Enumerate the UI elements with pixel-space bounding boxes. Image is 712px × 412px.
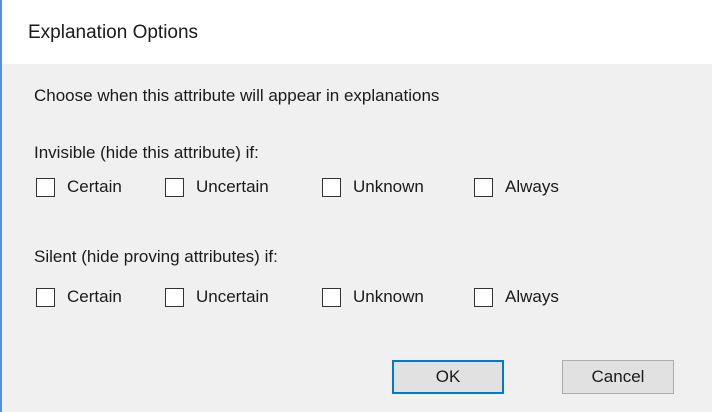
ok-button[interactable]: OK	[392, 360, 504, 394]
checkbox-label[interactable]: Always	[505, 287, 559, 307]
checkbox-label[interactable]: Certain	[67, 287, 122, 307]
explanation-options-dialog: Explanation Options Choose when this att…	[0, 0, 712, 412]
checkbox-label[interactable]: Uncertain	[196, 287, 269, 307]
invisible-certain-checkbox[interactable]: Certain	[36, 175, 122, 199]
title-bar: Explanation Options	[2, 0, 712, 64]
checkbox-box[interactable]	[165, 287, 184, 307]
checkbox-label[interactable]: Unknown	[353, 177, 424, 197]
cancel-button[interactable]: Cancel	[562, 360, 674, 394]
checkbox-box[interactable]	[322, 287, 341, 307]
invisible-group-label: Invisible (hide this attribute) if:	[34, 143, 259, 162]
checkbox-box[interactable]	[322, 177, 341, 197]
checkbox-box[interactable]	[36, 287, 55, 307]
checkbox-box[interactable]	[165, 177, 184, 197]
invisible-uncertain-checkbox[interactable]: Uncertain	[165, 175, 269, 199]
invisible-unknown-checkbox[interactable]: Unknown	[322, 175, 424, 199]
checkbox-label[interactable]: Always	[505, 177, 559, 197]
silent-always-checkbox[interactable]: Always	[474, 285, 559, 309]
checkbox-label[interactable]: Certain	[67, 177, 122, 197]
silent-uncertain-checkbox[interactable]: Uncertain	[165, 285, 269, 309]
dialog-body: Choose when this attribute will appear i…	[2, 64, 712, 412]
invisible-always-checkbox[interactable]: Always	[474, 175, 559, 199]
silent-certain-checkbox[interactable]: Certain	[36, 285, 122, 309]
window-title: Explanation Options	[28, 22, 199, 43]
silent-unknown-checkbox[interactable]: Unknown	[322, 285, 424, 309]
checkbox-box[interactable]	[474, 177, 493, 197]
checkbox-label[interactable]: Uncertain	[196, 177, 269, 197]
instruction-label: Choose when this attribute will appear i…	[34, 86, 440, 105]
checkbox-box[interactable]	[36, 177, 55, 197]
checkbox-box[interactable]	[474, 287, 493, 307]
silent-group-label: Silent (hide proving attributes) if:	[34, 247, 278, 266]
checkbox-label[interactable]: Unknown	[353, 287, 424, 307]
